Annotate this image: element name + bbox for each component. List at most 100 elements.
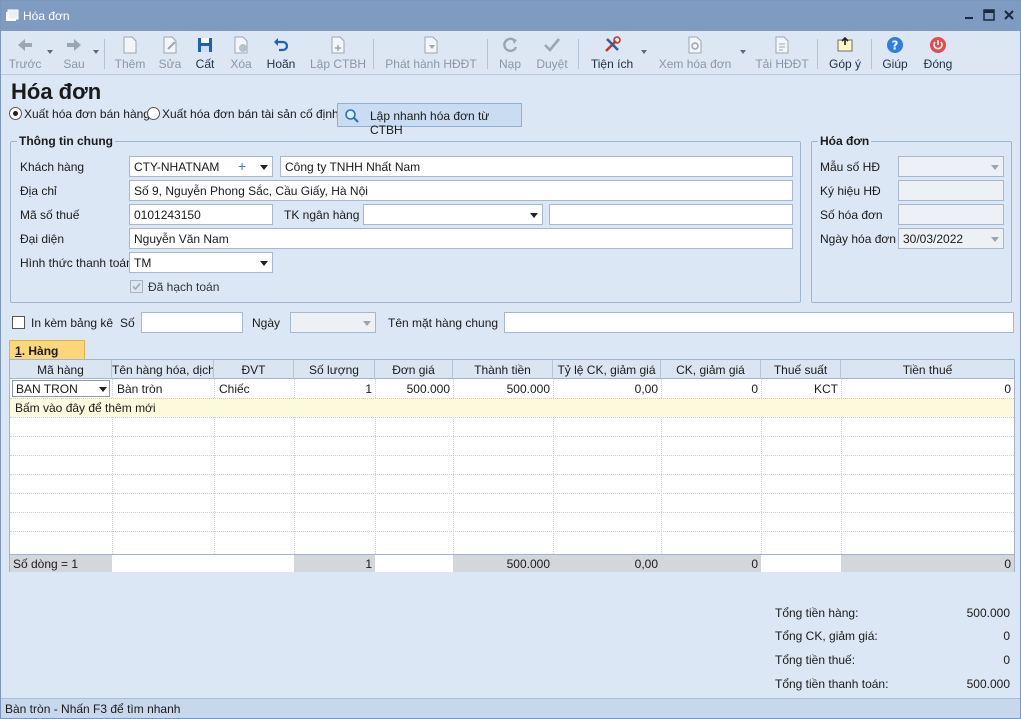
prev-dropdown-icon[interactable] (47, 50, 53, 54)
close-window-icon[interactable] (1001, 7, 1017, 23)
payment-method-combo[interactable]: TM (129, 252, 273, 273)
customer-code-combo[interactable]: CTY-NHATNAM + (129, 156, 273, 177)
chevron-down-icon[interactable] (530, 213, 538, 218)
view-invoice-button[interactable]: Xem hóa đơn (655, 33, 735, 73)
add-button[interactable]: Thêm (111, 33, 149, 73)
chevron-down-icon[interactable] (260, 261, 268, 266)
bank-account-combo[interactable] (363, 204, 543, 225)
item-amount-cell[interactable]: 500.000 (453, 379, 553, 398)
help-button[interactable]: ? Giúp (879, 33, 911, 73)
item-name-cell[interactable]: Bàn tròn (114, 379, 165, 398)
footer-cell (112, 555, 294, 572)
add-customer-icon[interactable]: + (238, 158, 246, 174)
chevron-down-icon[interactable] (991, 237, 999, 242)
posted-checkbox[interactable] (130, 280, 143, 293)
print-list-label: In kèm bảng kê (31, 316, 114, 330)
maximize-icon[interactable] (981, 7, 997, 23)
create-ctbh-button[interactable]: Lập CTBH (309, 33, 367, 73)
list-number-field[interactable] (141, 312, 243, 333)
utilities-dropdown-icon[interactable] (641, 50, 647, 54)
new-document-icon (123, 36, 137, 54)
column-header[interactable]: Mã hàng (10, 360, 112, 379)
radio-sales-invoice[interactable]: Xuất hóa đơn bán hàng (9, 107, 150, 121)
column-header[interactable]: Số lượng (294, 360, 375, 379)
list-date-label: Ngày (252, 316, 281, 330)
item-discount-rate-cell[interactable]: 0,00 (553, 379, 661, 398)
tab-goods-money[interactable]: 1. Hàng tiền (9, 340, 85, 372)
close-button[interactable]: Đóng (919, 33, 957, 73)
list-number-label: Số (120, 316, 135, 330)
grid-line (10, 512, 1014, 513)
prev-button[interactable]: Trước (7, 33, 43, 73)
representative-field[interactable]: Nguyễn Văn Nam (129, 228, 793, 249)
items-grid: Mã hàng Tên hàng hóa, dịch ĐVT Số lượng … (9, 359, 1015, 572)
tax-code-field[interactable]: 0101243150 (129, 204, 273, 225)
chevron-down-icon[interactable] (363, 321, 371, 326)
download-einvoice-button[interactable]: Tải HĐĐT (753, 33, 811, 73)
column-header[interactable]: CK, giảm giá (661, 360, 761, 379)
next-dropdown-icon[interactable] (93, 50, 99, 54)
footer-amount-total: 500.000 (453, 555, 553, 572)
item-tax-cell[interactable]: 0 (841, 379, 1014, 398)
chevron-down-icon[interactable] (991, 165, 999, 170)
utilities-button[interactable]: Tiện ích (587, 33, 637, 73)
item-unit-cell[interactable]: Chiếc (216, 379, 253, 398)
total-goods-value: 500.000 (966, 606, 1010, 620)
undo-icon (274, 38, 289, 52)
toolbar-separator (487, 39, 488, 69)
common-item-field[interactable] (504, 312, 1014, 333)
column-header[interactable]: Thuế suất (761, 360, 841, 379)
list-date-picker[interactable] (290, 312, 376, 333)
issue-einvoice-button[interactable]: Phát hành HĐĐT (383, 33, 479, 73)
radio-sales-label: Xuất hóa đơn bán hàng (24, 107, 150, 121)
chevron-down-icon[interactable] (260, 165, 268, 170)
column-header[interactable]: Tỷ lệ CK, giảm giá (553, 360, 661, 379)
undo-button[interactable]: Hoãn (263, 33, 299, 73)
chevron-down-icon[interactable] (99, 387, 107, 392)
address-field[interactable]: Số 9, Nguyễn Phong Sắc, Cầu Giấy, Hà Nội (129, 180, 793, 201)
feedback-button[interactable]: Góp ý (825, 33, 865, 73)
item-price-cell[interactable]: 500.000 (375, 379, 453, 398)
feedback-label: Góp ý (828, 57, 861, 71)
feedback-icon (837, 36, 853, 52)
view-invoice-dropdown-icon[interactable] (740, 50, 746, 54)
column-header[interactable]: Tên hàng hóa, dịch (112, 360, 214, 379)
column-header[interactable]: Thành tiền (453, 360, 553, 379)
item-code-combo[interactable]: BAN TRON (12, 380, 110, 397)
total-discount-label: Tổng CK, giảm giá: (775, 629, 878, 643)
customer-label: Khách hàng (20, 160, 85, 174)
grid-header: Mã hàng Tên hàng hóa, dịch ĐVT Số lượng … (10, 360, 1014, 379)
new-row[interactable]: Bấm vào đây để thêm mới (10, 398, 1014, 417)
edit-document-icon (163, 36, 177, 54)
customer-code-value: CTY-NHATNAM (134, 160, 220, 174)
approve-button[interactable]: Duyệt (533, 33, 571, 73)
load-button[interactable]: Nạp (495, 33, 525, 73)
help-icon: ? (887, 37, 903, 53)
column-header[interactable]: ĐVT (214, 360, 294, 379)
save-button[interactable]: Cất (191, 33, 219, 73)
invoice-number-field[interactable] (898, 204, 1004, 225)
item-discount-cell[interactable]: 0 (661, 379, 761, 398)
quick-create-button[interactable]: Lập nhanh hóa đơn từ CTBH (337, 103, 522, 137)
minimize-icon[interactable] (961, 7, 977, 23)
next-button[interactable]: Sau (59, 33, 89, 73)
item-vat-rate-cell[interactable]: KCT (761, 379, 841, 398)
symbol-field[interactable] (898, 180, 1004, 201)
customer-name-field[interactable]: Công ty TNHH Nhất Nam (280, 156, 793, 177)
tab-number: 1 (15, 344, 22, 358)
template-combo[interactable] (898, 156, 1004, 177)
print-list-checkbox[interactable] (12, 316, 25, 329)
grid-line (10, 436, 1014, 437)
edit-button[interactable]: Sửa (155, 33, 185, 73)
status-bar: Bàn tròn - Nhấn F3 để tìm nhanh (1, 698, 1020, 718)
bank-name-field[interactable] (549, 204, 793, 225)
radio-fixed-asset-invoice[interactable]: Xuất hóa đơn bán tài sản cố định (147, 107, 339, 121)
footer-tax-total: 0 (841, 555, 1014, 572)
delete-button[interactable]: Xóa (225, 33, 257, 73)
column-header[interactable]: Đơn giá (375, 360, 453, 379)
item-qty-cell[interactable]: 1 (294, 379, 375, 398)
column-header[interactable]: Tiền thuế (841, 360, 1014, 379)
invoice-date-picker[interactable]: 30/03/2022 (898, 228, 1004, 249)
total-tax-value: 0 (1003, 653, 1010, 667)
grid-line (10, 493, 1014, 494)
